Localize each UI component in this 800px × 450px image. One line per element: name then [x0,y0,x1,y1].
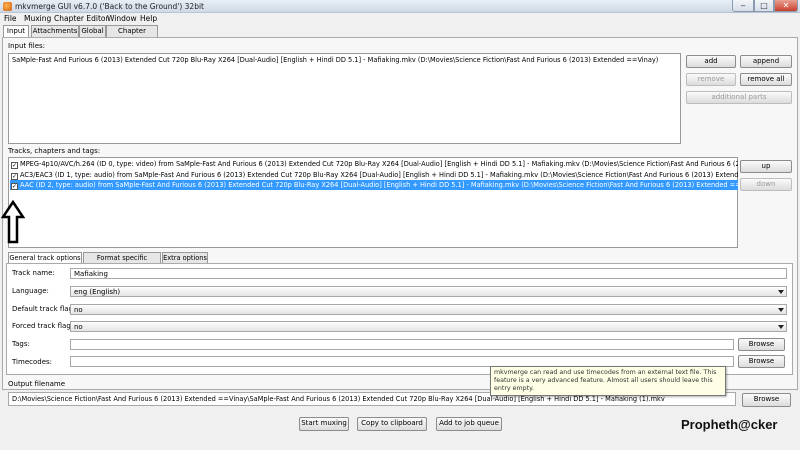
chevron-down-icon [778,290,784,294]
list-item[interactable]: SaMple-Fast And Furious 6 (2013) Extende… [12,56,658,64]
chevron-down-icon [778,308,784,312]
forced-flag-select[interactable]: no [70,321,787,332]
input-files-list[interactable]: SaMple-Fast And Furious 6 (2013) Extende… [8,53,681,144]
menu-help[interactable]: Help [140,14,157,23]
track-checkbox[interactable]: ✓ [11,183,18,190]
menu-muxing[interactable]: Muxing [24,14,51,23]
tab-format-specific-options[interactable]: Format specific options [83,252,161,272]
language-value: eng (English) [74,288,121,296]
up-button[interactable]: up [740,160,792,173]
forced-flag-value: no [74,323,83,331]
tracks-list[interactable]: ✓ MPEG-4p10/AVC/h.264 (ID 0, type: video)… [8,157,738,248]
tab-attachments[interactable]: Attachments [31,25,79,37]
close-button[interactable]: ✕ [774,0,798,12]
add-to-job-queue-button[interactable]: Add to job queue [436,417,502,431]
tab-chapter-editor[interactable]: Chapter Editor [106,25,158,46]
start-muxing-button[interactable]: Start muxing [299,417,349,431]
title-bar: mkvmerge GUI v6.7.0 ('Back to the Ground… [0,0,800,13]
track-name-label: Track name: [12,269,55,277]
menu-bar: File Muxing Chapter Editor Window Help [0,13,800,25]
tags-browse-button[interactable]: Browse [738,338,785,351]
track-label: AAC (ID 2, type: audio) from SaMple-Fast… [20,181,738,189]
copy-to-clipboard-button[interactable]: Copy to clipboard [357,417,427,431]
track-name-field[interactable]: Mafiaking [70,268,787,279]
watermark: Propheth@cker [681,417,778,432]
remove-button[interactable]: remove [686,73,736,86]
tags-field[interactable] [70,339,734,350]
track-label: AC3/EAC3 (ID 1, type: audio) from SaMple… [20,171,738,179]
timecodes-label: Timecodes: [12,358,53,366]
output-browse-button[interactable]: Browse [742,393,791,407]
menu-chapter-editor[interactable]: Chapter Editor [54,14,109,23]
timecodes-browse-button[interactable]: Browse [738,355,785,368]
input-files-label: Input files: [8,42,46,50]
menu-window[interactable]: Window [107,14,137,23]
menu-file[interactable]: File [4,14,17,23]
append-button[interactable]: append [740,55,792,68]
tab-global[interactable]: Global [79,25,106,37]
track-row-video[interactable]: ✓ MPEG-4p10/AVC/h.264 (ID 0, type: video)… [10,159,738,169]
minimize-button[interactable]: ‒ [732,0,754,12]
tab-extra-options[interactable]: Extra options [162,252,208,263]
timecodes-tooltip: mkvmerge can read and use timecodes from… [490,366,726,396]
add-button[interactable]: add [686,55,736,68]
forced-flag-label: Forced track flag: [12,322,74,330]
additional-parts-button[interactable]: additional parts [686,91,792,104]
default-flag-select[interactable]: no [70,304,787,315]
language-select[interactable]: eng (English) [70,286,787,297]
track-checkbox[interactable]: ✓ [11,162,18,169]
track-row-audio-ac3[interactable]: ✓ AC3/EAC3 (ID 1, type: audio) from SaMpl… [10,170,738,180]
output-filename-label: Output filename [8,380,66,388]
remove-all-button[interactable]: remove all [740,73,792,86]
window-title: mkvmerge GUI v6.7.0 ('Back to the Ground… [15,2,204,11]
track-label: MPEG-4p10/AVC/h.264 (ID 0, type: video) … [20,160,738,168]
language-label: Language: [12,287,49,295]
down-button[interactable]: down [740,178,792,191]
tracks-label: Tracks, chapters and tags: [8,147,101,155]
maximize-button[interactable]: □ [754,0,774,12]
chevron-down-icon [778,325,784,329]
default-flag-value: no [74,306,83,314]
track-checkbox[interactable]: ✓ [11,173,18,180]
track-row-audio-aac[interactable]: ✓ AAC (ID 2, type: audio) from SaMple-Fas… [10,180,738,190]
tags-label: Tags: [12,340,30,348]
up-arrow-annotation-icon [1,200,25,244]
app-icon [3,2,12,11]
default-flag-label: Default track flag: [12,305,76,313]
